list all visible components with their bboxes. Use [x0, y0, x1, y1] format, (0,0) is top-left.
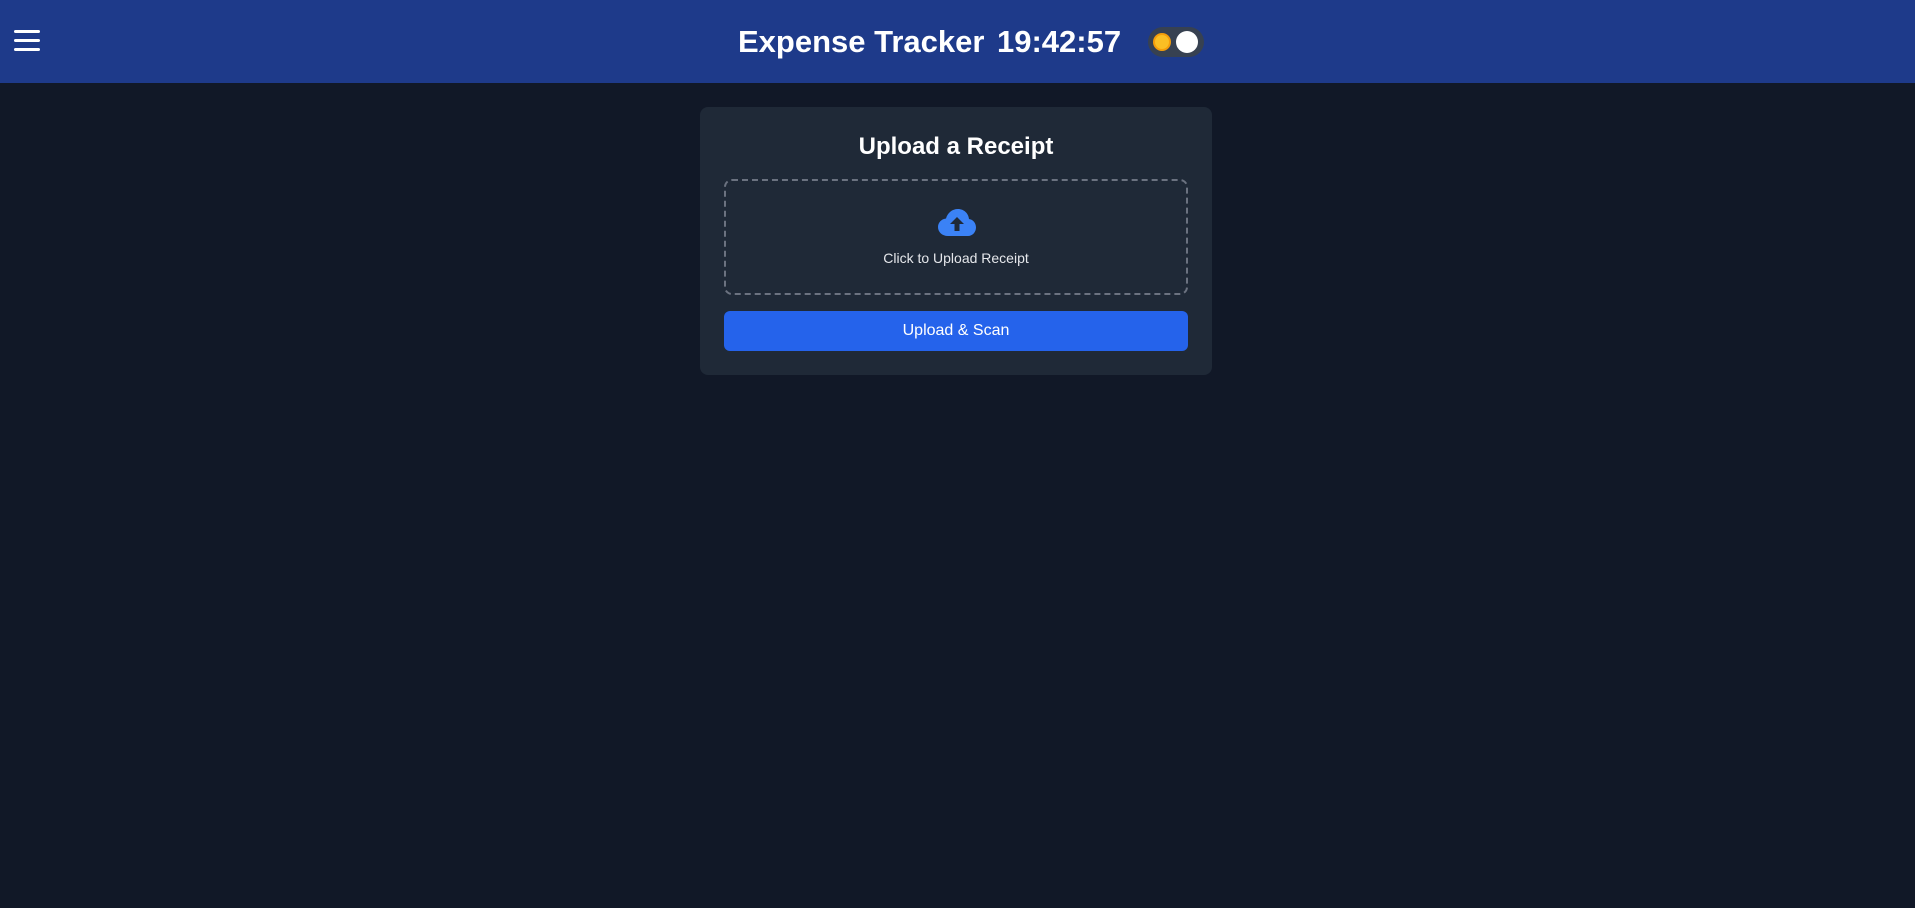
- theme-toggle[interactable]: [1148, 27, 1204, 57]
- cloud-upload-icon: [938, 209, 976, 236]
- menu-line: [14, 30, 40, 33]
- clock: 19:42:57: [997, 24, 1122, 59]
- top-bar: Expense Tracker 19:42:57: [0, 0, 1915, 83]
- sun-icon: [1155, 35, 1169, 49]
- dropzone-label: Click to Upload Receipt: [883, 250, 1029, 266]
- upload-scan-button[interactable]: Upload & Scan: [724, 311, 1188, 351]
- menu-line: [14, 48, 40, 51]
- upload-card: Upload a Receipt Click to Upload Receipt…: [700, 107, 1212, 375]
- toggle-knob: [1176, 31, 1198, 53]
- app-title: Expense Tracker: [738, 24, 985, 59]
- menu-line: [14, 39, 40, 42]
- card-title: Upload a Receipt: [858, 133, 1054, 160]
- upload-dropzone[interactable]: Click to Upload Receipt: [724, 179, 1188, 295]
- hamburger-menu-icon[interactable]: [14, 30, 40, 52]
